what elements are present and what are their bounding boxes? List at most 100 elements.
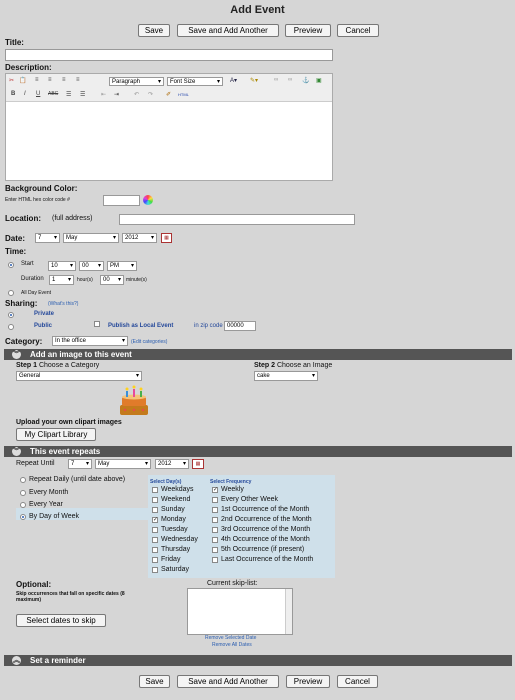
repeat-daily-radio[interactable] xyxy=(20,477,26,483)
clipart-library-button[interactable]: My Clipart Library xyxy=(16,428,96,441)
date-year-select[interactable]: 2012 xyxy=(122,233,157,243)
cut-icon[interactable]: ✂ xyxy=(9,77,14,84)
remove-all-link[interactable]: Remove All Dates xyxy=(212,642,252,648)
freq-checkbox[interactable]: ✓ xyxy=(212,487,218,493)
public-radio[interactable] xyxy=(8,324,14,330)
cancel-button-bottom[interactable]: Cancel xyxy=(337,675,378,688)
repeat-month-select[interactable]: May xyxy=(95,459,151,469)
whats-this-link[interactable]: (What's this?) xyxy=(48,301,78,307)
remove-selected-link[interactable]: Remove Selected Date xyxy=(205,635,256,641)
anchor-icon[interactable]: ⚓ xyxy=(302,77,309,84)
highlight-icon[interactable]: ✎▾ xyxy=(250,77,258,84)
freq-checkbox[interactable] xyxy=(212,547,218,553)
reminder-section-header[interactable]: ︽ Set a reminder xyxy=(4,655,512,666)
clipart-image-select[interactable]: cake xyxy=(254,371,318,381)
scrollbar[interactable] xyxy=(285,589,292,634)
skip-list-title: Current skip-list: xyxy=(207,580,258,587)
underline-icon[interactable]: U xyxy=(36,91,40,97)
html-icon[interactable]: HTML xyxy=(178,92,189,97)
freq-checkbox[interactable] xyxy=(212,527,218,533)
date-day-select[interactable]: 7 xyxy=(35,233,60,243)
numbered-list-icon[interactable]: ☰ xyxy=(80,91,85,98)
cancel-button[interactable]: Cancel xyxy=(337,24,379,37)
save-and-add-button[interactable]: Save and Add Another xyxy=(177,24,279,37)
day-checkbox[interactable] xyxy=(152,497,158,503)
skip-list-box[interactable] xyxy=(187,588,293,635)
every-year-radio[interactable] xyxy=(20,502,26,508)
by-day-of-week-radio[interactable] xyxy=(20,514,26,520)
clipart-category-select[interactable]: General xyxy=(16,371,142,381)
day-checkbox[interactable] xyxy=(152,487,158,493)
redo-icon[interactable]: ↷ xyxy=(148,91,153,98)
calendar-icon[interactable]: ▦ xyxy=(161,233,172,243)
freq-checkbox[interactable] xyxy=(212,557,218,563)
repeat-day-select[interactable]: 7 xyxy=(68,459,92,469)
freq-checkbox[interactable] xyxy=(212,517,218,523)
repeat-calendar-icon[interactable]: ▦ xyxy=(192,459,204,469)
repeat-section-header[interactable]: ︾ This event repeats xyxy=(4,446,512,457)
undo-icon[interactable]: ↶ xyxy=(134,91,139,98)
save-button-bottom[interactable]: Save xyxy=(139,675,170,688)
save-and-add-button-bottom[interactable]: Save and Add Another xyxy=(177,675,279,688)
indent-icon[interactable]: ⇥ xyxy=(114,91,119,98)
location-input[interactable] xyxy=(119,214,355,225)
align-right-icon[interactable]: ≡ xyxy=(62,77,66,83)
outdent-icon[interactable]: ⇤ xyxy=(101,91,106,98)
sharing-label: Sharing: xyxy=(5,299,38,308)
freq-checkbox[interactable] xyxy=(212,497,218,503)
freq-checkbox[interactable] xyxy=(212,507,218,513)
text-color-icon[interactable]: A▾ xyxy=(230,77,237,84)
preview-button[interactable]: Preview xyxy=(285,24,331,37)
description-editor[interactable]: ✂ 📋 ≡ ≡ ≡ ≡ Paragraph Font Size A▾ ✎▾ ∞ … xyxy=(5,73,333,181)
day-checkbox[interactable] xyxy=(152,567,158,573)
private-radio[interactable] xyxy=(8,312,14,318)
save-button[interactable]: Save xyxy=(138,24,170,37)
repeat-year-select[interactable]: 2012 xyxy=(155,459,189,469)
edit-categories-link[interactable]: (Edit categories) xyxy=(131,339,167,345)
day-checkbox[interactable] xyxy=(152,527,158,533)
image-section-header[interactable]: ︾ Add an image to this event xyxy=(4,349,512,360)
all-day-radio[interactable] xyxy=(8,290,14,296)
color-picker-icon[interactable] xyxy=(143,195,153,205)
day-checkbox[interactable] xyxy=(152,557,158,563)
day-checkbox[interactable] xyxy=(152,537,158,543)
unlink-icon[interactable]: ∞ xyxy=(288,77,292,83)
select-dates-button[interactable]: Select dates to skip xyxy=(16,614,106,627)
start-radio[interactable] xyxy=(8,262,14,268)
start-minute-select[interactable]: 00 xyxy=(79,261,104,271)
font-size-select[interactable]: Font Size xyxy=(167,77,223,86)
bold-icon[interactable]: B xyxy=(11,91,15,97)
justify-icon[interactable]: ≡ xyxy=(76,77,80,83)
publish-checkbox[interactable] xyxy=(94,321,100,327)
all-day-label: All Day Event xyxy=(21,290,52,296)
freq-checkbox[interactable] xyxy=(212,537,218,543)
preview-button-bottom[interactable]: Preview xyxy=(286,675,330,688)
day-checkbox[interactable]: ✓ xyxy=(152,517,158,523)
format-select[interactable]: Paragraph xyxy=(109,77,164,86)
duration-hours-select[interactable]: 1 xyxy=(49,275,74,285)
start-hour-select[interactable]: 10 xyxy=(48,261,76,271)
publish-label: Publish as Local Event xyxy=(108,323,174,329)
image-icon[interactable]: ▣ xyxy=(316,77,322,84)
date-month-select[interactable]: May xyxy=(63,233,119,243)
duration-minutes-select[interactable]: 00 xyxy=(100,275,124,285)
title-input[interactable] xyxy=(5,49,333,61)
bg-color-input[interactable] xyxy=(103,195,140,206)
italic-icon[interactable]: I xyxy=(24,91,26,97)
paste-icon[interactable]: 📋 xyxy=(19,77,26,84)
category-select[interactable]: In the office xyxy=(52,336,128,346)
align-left-icon[interactable]: ≡ xyxy=(35,77,39,83)
day-label: Weekend xyxy=(161,496,191,503)
cleanup-icon[interactable]: ✐ xyxy=(166,91,171,98)
zip-input[interactable]: 00000 xyxy=(224,321,256,331)
image-section-title: Add an image to this event xyxy=(30,350,132,359)
repeat-mode-label: Every Year xyxy=(29,501,63,508)
strikethrough-icon[interactable]: ABC xyxy=(48,91,58,97)
day-checkbox[interactable] xyxy=(152,547,158,553)
align-center-icon[interactable]: ≡ xyxy=(48,77,52,83)
link-icon[interactable]: ∞ xyxy=(274,77,278,83)
day-checkbox[interactable] xyxy=(152,507,158,513)
start-ampm-select[interactable]: PM xyxy=(107,261,137,271)
bullet-list-icon[interactable]: ☰ xyxy=(66,91,71,98)
every-month-radio[interactable] xyxy=(20,490,26,496)
